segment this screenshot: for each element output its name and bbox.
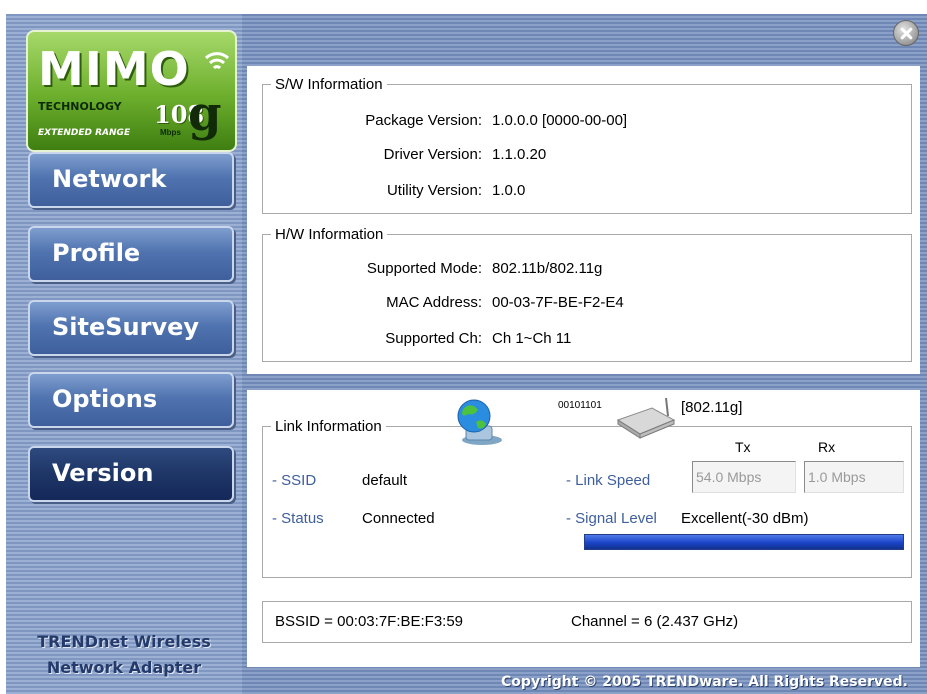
wireless-router-icon (616, 397, 676, 439)
supported-ch-label: Supported Ch: (385, 330, 482, 347)
nav-sitesurvey-button[interactable]: SiteSurvey (28, 300, 234, 356)
logo-tech-text: TECHNOLOGY (38, 100, 122, 113)
brand-line-1: TRENDnet Wireless (37, 632, 211, 651)
close-icon[interactable] (893, 20, 919, 46)
driver-version-value: 1.1.0.20 (492, 146, 547, 163)
link-information-group: Link Information (262, 418, 912, 578)
supported-mode-label: Supported Mode: (366, 260, 482, 277)
network-globe-icon (457, 399, 502, 445)
logo-tagline: EXTENDED RANGE (38, 128, 131, 138)
bssid-text: BSSID = 00:03:7F:BE:F3:59 (275, 613, 464, 630)
driver-version-label: Driver Version: (383, 146, 482, 163)
nav-network-button[interactable]: Network (28, 152, 234, 208)
hw-information-legend: H/W Information (275, 226, 384, 243)
rx-speed-field: 1.0 Mbps (804, 461, 904, 493)
supported-mode-value: 802.11b/802.11g (492, 260, 603, 277)
mac-address-label: MAC Address: (386, 294, 482, 311)
signal-level-label: - Signal Level (566, 510, 657, 527)
brand-line-2: Network Adapter (46, 658, 202, 677)
wifi-icon (204, 52, 230, 70)
mac-address-value: 00-03-7F-BE-F2-E4 (492, 294, 624, 311)
tx-header: Tx (735, 439, 751, 455)
sw-information-legend: S/W Information (275, 76, 383, 93)
channel-text: Channel = 6 (2.437 GHz) (571, 613, 739, 630)
nav-profile-button[interactable]: Profile (28, 226, 234, 282)
status-label: - Status (272, 510, 324, 527)
sidebar: MIMO TECHNOLOGY 108 g Mbps EXTENDED RANG… (6, 14, 242, 694)
ssid-value: default (362, 472, 408, 489)
utility-version-value: 1.0.0 (492, 182, 526, 199)
supported-ch-value: Ch 1~Ch 11 (492, 330, 572, 347)
ssid-label: - SSID (272, 472, 317, 489)
mimo-logo: MIMO TECHNOLOGY 108 g Mbps EXTENDED RANG… (26, 30, 237, 152)
rx-header: Rx (818, 439, 836, 455)
tx-speed-field: 54.0 Mbps (692, 461, 796, 493)
package-version-value: 1.0.0.0 [0000-00-00] (492, 112, 628, 129)
copyright-text: Copyright © 2005 TRENDware. All Rights R… (501, 674, 908, 690)
logo-brand-text: MIMO (38, 42, 190, 96)
nav-options-button[interactable]: Options (28, 372, 234, 428)
utility-version-label: Utility Version: (386, 182, 482, 199)
link-speed-label: - Link Speed (566, 472, 651, 489)
bssid-channel-box: BSSID = 00:03:7F:BE:F3:59 Channel = 6 (2… (262, 601, 912, 643)
signal-level-fill (585, 535, 903, 549)
status-value: Connected (362, 510, 435, 527)
logo-mbps-text: Mbps (160, 128, 181, 137)
signal-level-bar (584, 534, 904, 550)
binary-label: 00101101 (558, 400, 602, 411)
logo-g-text: g (188, 86, 222, 142)
signal-level-value: Excellent(-30 dBm) (681, 510, 809, 527)
package-version-label: Package Version: (365, 112, 482, 129)
link-information-legend: Link Information (275, 418, 382, 435)
wireless-mode-label: [802.11g] (681, 399, 743, 416)
nav-version-button[interactable]: Version (28, 446, 234, 502)
